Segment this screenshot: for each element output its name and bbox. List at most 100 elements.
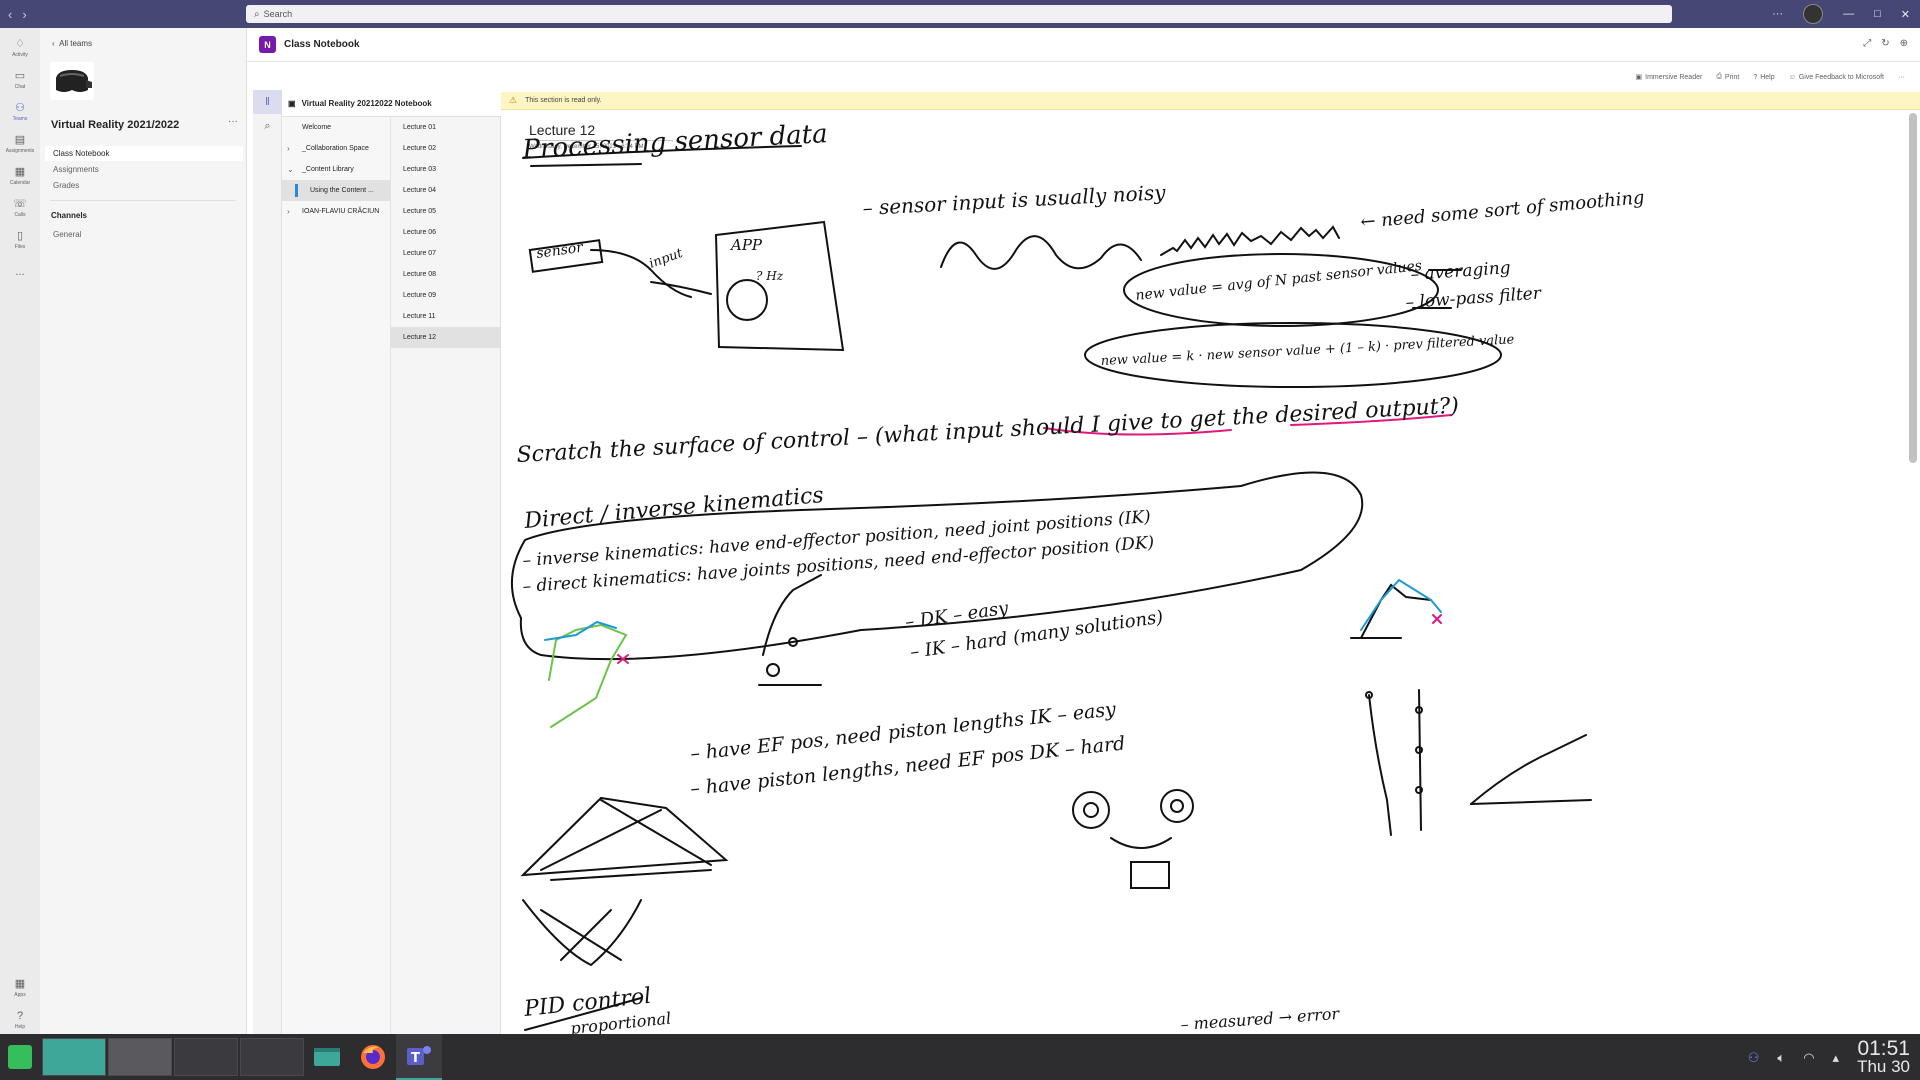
appbar-apps[interactable]: ▦ Apps xyxy=(0,972,40,1004)
notebook-title[interactable]: ▣ Virtual Reality 20212022 Notebook xyxy=(282,90,501,117)
feedback-button[interactable]: ☺ Give Feedback to Microsoft xyxy=(1789,73,1884,81)
refresh-icon[interactable]: ↻ xyxy=(1881,38,1889,49)
teams-icon: ⚇ xyxy=(15,101,25,114)
appbar-more[interactable]: ... xyxy=(0,256,40,288)
appbar-teams[interactable]: ⚇ Teams xyxy=(0,96,40,128)
appbar-help[interactable]: ? Help xyxy=(0,1004,40,1036)
section-item-active[interactable]: Using the Content ... xyxy=(282,180,390,201)
minimize-button[interactable]: — xyxy=(1843,8,1854,20)
help-button[interactable]: ? Help xyxy=(1753,73,1774,81)
wifi-icon[interactable]: ◠ xyxy=(1803,1050,1814,1066)
page-item[interactable]: Lecture 09 xyxy=(391,285,500,306)
page-item[interactable]: Lecture 01 xyxy=(391,117,500,138)
chat-icon: ▭ xyxy=(14,69,26,82)
ink-input: input xyxy=(647,246,685,272)
maximize-button[interactable]: □ xyxy=(1874,8,1881,20)
section-item[interactable]: Welcome xyxy=(282,117,390,138)
page-item[interactable]: Lecture 02 xyxy=(391,138,500,159)
section-item[interactable]: › IOAN-FLAVIU CRĂCIUN xyxy=(282,201,390,222)
chevron-down-icon[interactable]: ⌄ xyxy=(287,159,294,180)
team-logo xyxy=(50,62,94,100)
nav-assignments[interactable]: Assignments xyxy=(45,162,243,177)
clock[interactable]: 01:51 Thu 30 xyxy=(1857,1038,1910,1076)
assignments-icon: ▤ xyxy=(14,133,26,146)
immersive-reader-button[interactable]: ▣ Immersive Reader xyxy=(1635,73,1703,82)
expand-icon[interactable]: ⤢ xyxy=(1863,38,1871,49)
taskbar-teams[interactable]: T xyxy=(396,1034,442,1080)
ink-dk-easy: – DK – easy xyxy=(904,598,1011,633)
taskbar-file-manager[interactable] xyxy=(304,1034,350,1080)
back-arrow-icon[interactable]: ‹ xyxy=(8,7,12,22)
page-item[interactable]: Lecture 08 xyxy=(391,264,500,285)
virtual-desktop-4[interactable] xyxy=(240,1038,304,1076)
ink-app: APP xyxy=(729,236,763,254)
section-item[interactable]: › _Collaboration Space xyxy=(282,138,390,159)
ink-noisy: – sensor input is usually noisy xyxy=(862,180,1167,220)
all-teams-link[interactable]: ‹ All teams xyxy=(52,39,92,48)
ink-error: – measured → error xyxy=(1180,1004,1341,1034)
ink-heading-processing: Processing sensor data xyxy=(521,119,829,165)
teams-window: ‹ › ⌕ Search ··· — □ ✕ ♢ Activity ▭ Chat… xyxy=(0,0,1920,1080)
globe-icon[interactable]: ⊕ xyxy=(1900,38,1908,49)
ink-avg-formula: new value = avg of N past sensor values xyxy=(1135,258,1423,304)
vertical-scrollbar[interactable] xyxy=(1909,113,1917,463)
immersive-reader-icon: ▣ xyxy=(1635,74,1643,81)
search-input[interactable]: ⌕ Search xyxy=(246,5,1672,23)
avatar[interactable] xyxy=(1803,4,1824,24)
section-label: Using the Content ... xyxy=(310,187,374,194)
section-item[interactable]: ⌄ _Content Library xyxy=(282,159,390,180)
close-button[interactable]: ✕ xyxy=(1901,8,1910,21)
print-icon: ⎙ xyxy=(1716,73,1722,80)
nav-class-notebook[interactable]: Class Notebook xyxy=(45,146,243,161)
page-item-active[interactable]: Lecture 12 xyxy=(391,327,500,348)
notebooks-icon[interactable]: 𝍪 xyxy=(253,90,282,114)
volume-icon[interactable]: 🔈︎ xyxy=(1777,1050,1785,1066)
divider xyxy=(50,200,236,201)
more-options-button[interactable]: ··· xyxy=(1772,8,1783,20)
appbar-activity[interactable]: ♢ Activity xyxy=(0,32,40,64)
ink-heading-control: Scratch the surface of control – (what i… xyxy=(516,394,1460,468)
readonly-text: This section is read only. xyxy=(525,97,602,104)
appbar-calendar[interactable]: ▦ Calendar xyxy=(0,160,40,192)
tray-expand-icon[interactable]: ▴ xyxy=(1833,1050,1840,1066)
teams-tray-icon[interactable]: ⚇ xyxy=(1748,1050,1760,1066)
forward-arrow-icon[interactable]: › xyxy=(22,7,26,22)
window-controls: ··· — □ ✕ xyxy=(1772,4,1910,24)
chevron-right-icon[interactable]: › xyxy=(287,201,290,222)
nav-grades[interactable]: Grades xyxy=(45,178,243,193)
team-more-button[interactable]: ··· xyxy=(228,116,238,127)
page-item[interactable]: Lecture 05 xyxy=(391,201,500,222)
taskbar-firefox[interactable] xyxy=(350,1034,396,1080)
chevron-right-icon[interactable]: › xyxy=(287,138,290,159)
page-item[interactable]: Lecture 11 xyxy=(391,306,500,327)
section-label: IOAN-FLAVIU CRĂCIUN xyxy=(302,208,380,215)
appbar-files[interactable]: ▯ Files xyxy=(0,224,40,256)
page-item[interactable]: Lecture 07 xyxy=(391,243,500,264)
virtual-desktop-1[interactable] xyxy=(42,1038,106,1076)
appbar-calls[interactable]: ☏ Calls xyxy=(0,192,40,224)
page-canvas[interactable]: Lecture 12 Wednesday, December 15, 2021 … xyxy=(501,110,1920,1034)
virtual-desktop-2[interactable] xyxy=(108,1038,172,1076)
channels-heading: Channels xyxy=(51,211,88,220)
page-item[interactable]: Lecture 06 xyxy=(391,222,500,243)
feedback-label: Give Feedback to Microsoft xyxy=(1798,73,1884,81)
bell-icon: ♢ xyxy=(15,37,25,50)
warning-icon: ⚠ xyxy=(509,95,518,105)
ink-averaging: – averaging xyxy=(1410,258,1511,285)
search-icon[interactable]: ⌕ xyxy=(253,114,282,138)
page-item[interactable]: Lecture 04 xyxy=(391,180,500,201)
toolbar-more-button[interactable]: ··· xyxy=(1898,73,1905,81)
calendar-icon: ▦ xyxy=(14,165,26,178)
page-item[interactable]: Lecture 03 xyxy=(391,159,500,180)
appbar-assignments[interactable]: ▤ Assignments xyxy=(0,128,40,160)
virtual-desktop-3[interactable] xyxy=(174,1038,238,1076)
start-menu-button[interactable] xyxy=(0,1034,40,1080)
appbar-chat[interactable]: ▭ Chat xyxy=(0,64,40,96)
print-button[interactable]: ⎙ Print xyxy=(1716,73,1739,81)
channel-general[interactable]: General xyxy=(45,227,243,242)
search-placeholder: Search xyxy=(263,9,293,19)
ink-lowpass: – low-pass filter xyxy=(1405,284,1542,313)
appbar-label: Teams xyxy=(12,115,28,122)
feedback-icon: ☺ xyxy=(1788,73,1796,81)
more-icon: ... xyxy=(15,265,25,278)
